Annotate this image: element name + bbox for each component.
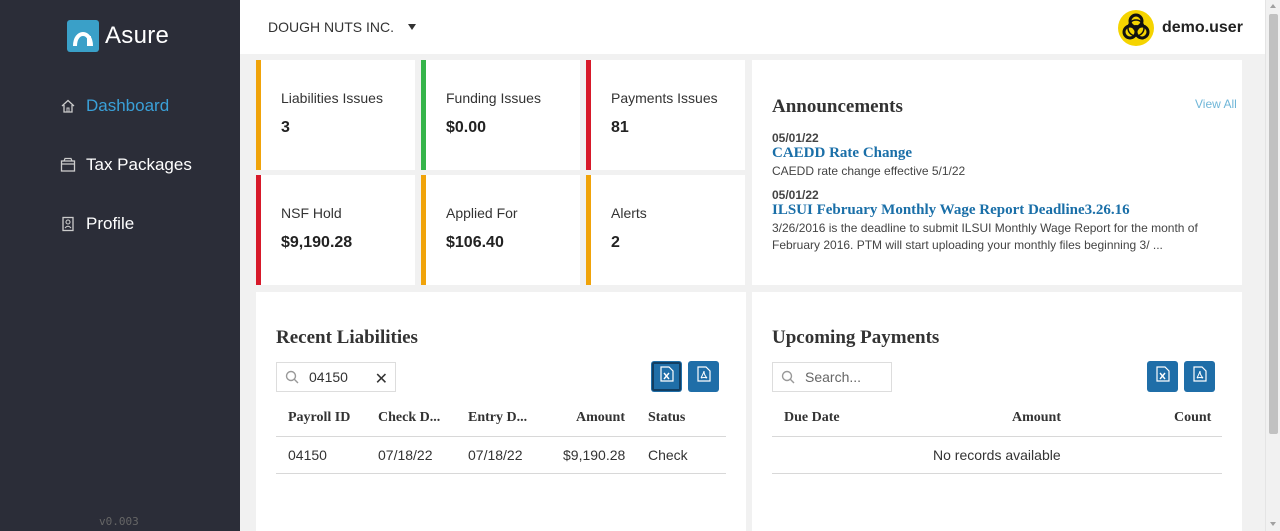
search-icon	[285, 370, 299, 384]
top-header: DOUGH NUTS INC. demo.user	[240, 0, 1265, 54]
column-header-amount[interactable]: Amount	[576, 410, 625, 426]
user-menu[interactable]: demo.user	[1118, 10, 1243, 46]
search-icon	[781, 370, 795, 384]
column-header-entry-date[interactable]: Entry D...	[468, 410, 527, 426]
payments-search-input[interactable]: Search...	[772, 362, 892, 392]
stat-card-payments-issues[interactable]: Payments Issues 81	[586, 60, 745, 170]
stat-card-liabilities-issues[interactable]: Liabilities Issues 3	[256, 60, 415, 170]
stat-card-funding-issues[interactable]: Funding Issues $0.00	[421, 60, 580, 170]
announcement-date: 05/01/22	[772, 131, 819, 145]
empty-table-message: No records available	[933, 447, 1061, 463]
cell-entry-date: 07/18/22	[468, 447, 523, 463]
sidebar: Asure Dashboard Tax Packages Profile v0.…	[0, 0, 240, 531]
table-divider	[772, 473, 1222, 474]
company-name: DOUGH NUTS INC.	[268, 19, 394, 35]
app-version: v0.003	[99, 515, 139, 528]
stat-label: Liabilities Issues	[281, 90, 383, 106]
cell-status: Check	[648, 447, 688, 463]
stat-label: Payments Issues	[611, 90, 718, 106]
cell-amount: $9,190.28	[563, 447, 626, 463]
announcement-title-link[interactable]: ILSUI February Monthly Wage Report Deadl…	[772, 202, 1130, 219]
package-icon	[60, 157, 76, 173]
upcoming-payments-panel: Upcoming Payments Search... Due Date Amo…	[752, 292, 1242, 531]
export-excel-button[interactable]	[1147, 361, 1178, 392]
recent-liabilities-title: Recent Liabilities	[276, 327, 418, 348]
sidebar-item-label: Dashboard	[86, 96, 170, 115]
pdf-icon	[1192, 366, 1207, 387]
cell-payroll-id: 04150	[288, 447, 327, 463]
asure-logo[interactable]: Asure	[67, 20, 169, 52]
stat-label: Funding Issues	[446, 90, 541, 106]
export-excel-button[interactable]	[651, 361, 682, 392]
upcoming-payments-title: Upcoming Payments	[772, 327, 940, 348]
table-divider	[772, 436, 1222, 437]
search-placeholder: Search...	[805, 369, 862, 385]
column-header-status[interactable]: Status	[648, 410, 685, 426]
sidebar-item-label: Profile	[86, 214, 135, 233]
scroll-down-arrow-icon[interactable]	[1270, 522, 1276, 526]
pdf-icon	[696, 366, 711, 387]
excel-icon	[1155, 366, 1170, 387]
column-header-count[interactable]: Count	[1174, 410, 1211, 426]
search-value: 04150	[309, 369, 348, 385]
announcement-title-link[interactable]: CAEDD Rate Change	[772, 145, 912, 162]
stat-label: Alerts	[611, 205, 647, 221]
scroll-thumb[interactable]	[1269, 14, 1278, 434]
stat-value: $106.40	[446, 234, 504, 251]
username: demo.user	[1162, 19, 1243, 36]
stat-card-nsf-hold[interactable]: NSF Hold $9,190.28	[256, 175, 415, 285]
biohazard-avatar-icon	[1118, 10, 1154, 46]
stat-value: 3	[281, 119, 290, 136]
page-scrollbar[interactable]	[1265, 0, 1280, 531]
stat-value: 81	[611, 119, 629, 136]
table-divider	[276, 436, 726, 437]
table-divider	[276, 473, 726, 474]
column-header-check-date[interactable]: Check D...	[378, 410, 440, 426]
stat-value: $0.00	[446, 119, 487, 136]
home-icon	[60, 98, 76, 114]
announcements-panel: Announcements View All 05/01/22 CAEDD Ra…	[752, 60, 1242, 285]
column-header-due-date[interactable]: Due Date	[784, 410, 840, 426]
company-selector[interactable]: DOUGH NUTS INC.	[268, 19, 416, 35]
profile-icon	[60, 216, 76, 232]
sidebar-item-dashboard[interactable]: Dashboard	[60, 96, 169, 116]
export-pdf-button[interactable]	[688, 361, 719, 392]
caret-down-icon	[408, 24, 416, 30]
scroll-up-arrow-icon[interactable]	[1270, 4, 1276, 8]
sidebar-item-tax-packages[interactable]: Tax Packages	[60, 155, 192, 175]
stat-value: $9,190.28	[281, 234, 353, 251]
sidebar-item-profile[interactable]: Profile	[60, 214, 134, 234]
announcements-title: Announcements	[772, 96, 903, 117]
announcement-body: CAEDD rate change effective 5/1/22	[772, 164, 966, 178]
liabilities-search-input[interactable]: 04150 ✕	[276, 362, 396, 392]
recent-liabilities-panel: Recent Liabilities 04150 ✕ Payroll ID Ch…	[256, 292, 746, 531]
excel-icon	[659, 366, 674, 387]
view-all-link[interactable]: View All	[1195, 97, 1237, 111]
announcement-body: 3/26/2016 is the deadline to submit ILSU…	[772, 221, 1198, 252]
clear-search-icon[interactable]: ✕	[375, 369, 388, 389]
stat-label: Applied For	[446, 205, 518, 221]
stat-value: 2	[611, 234, 620, 251]
stat-card-alerts[interactable]: Alerts 2	[586, 175, 745, 285]
asure-logo-icon	[67, 20, 99, 52]
announcement-date: 05/01/22	[772, 188, 819, 202]
cell-check-date: 07/18/22	[378, 447, 433, 463]
export-pdf-button[interactable]	[1184, 361, 1215, 392]
logo-text: Asure	[105, 22, 170, 49]
column-header-amount[interactable]: Amount	[1012, 410, 1061, 426]
stat-card-applied-for[interactable]: Applied For $106.40	[421, 175, 580, 285]
stat-label: NSF Hold	[281, 205, 342, 221]
sidebar-item-label: Tax Packages	[86, 155, 192, 174]
column-header-payroll-id[interactable]: Payroll ID	[288, 410, 350, 426]
